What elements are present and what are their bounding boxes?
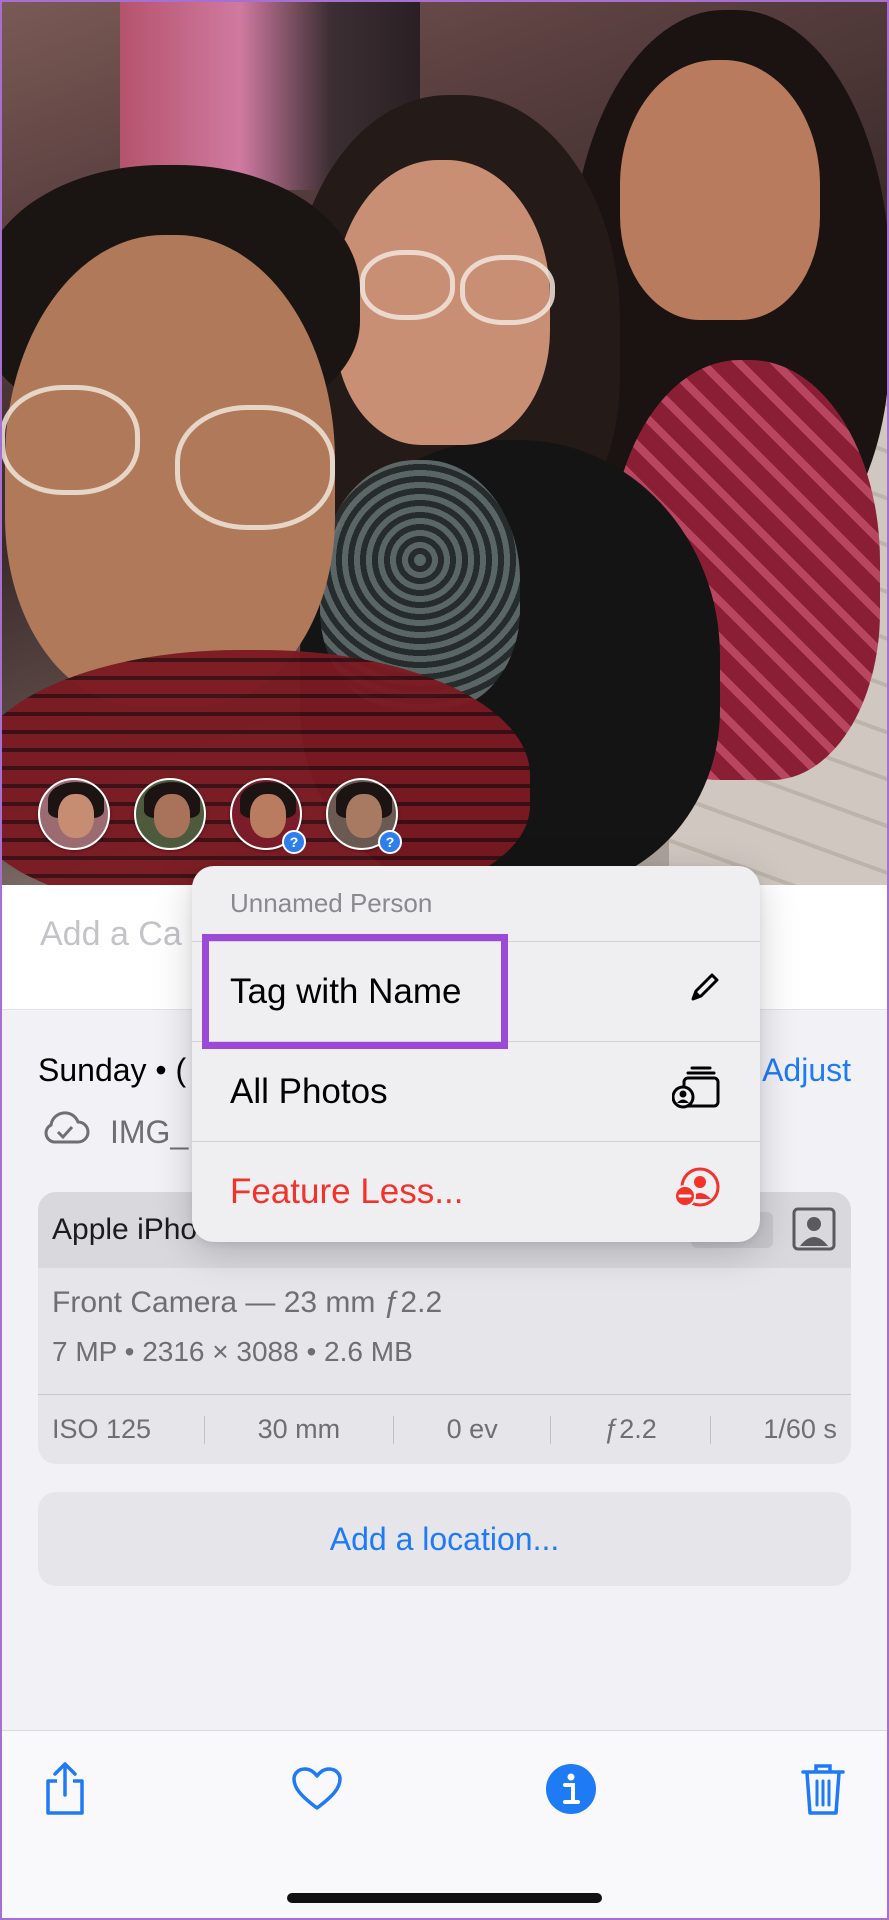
divider	[203, 1415, 205, 1444]
info-icon	[544, 1762, 598, 1821]
avatar-face	[346, 794, 382, 838]
all-photos-menu-item[interactable]: All Photos	[192, 1042, 760, 1142]
add-location-button[interactable]: Add a location...	[38, 1492, 851, 1586]
unknown-badge-icon: ?	[282, 830, 306, 854]
trash-icon	[800, 1761, 846, 1822]
person-face-2[interactable]	[134, 778, 206, 850]
home-indicator	[287, 1893, 602, 1903]
share-button[interactable]	[35, 1761, 95, 1821]
camera-body: Front Camera — 23 mm ƒ2.2 7 MP • 2316 × …	[38, 1268, 851, 1368]
filename-label: IMG_	[110, 1113, 189, 1150]
menu-item-label: All Photos	[230, 1071, 388, 1111]
icloud-icon	[40, 1110, 90, 1154]
filename-row: IMG_	[40, 1110, 188, 1154]
exposure-label: 0 ev	[446, 1414, 498, 1444]
person-minus-icon	[672, 1165, 722, 1220]
person-face-4[interactable]: ?	[326, 778, 402, 854]
tag-with-name-menu-item[interactable]: Tag with Name	[192, 942, 760, 1042]
avatar	[134, 778, 206, 850]
heart-icon	[291, 1766, 343, 1817]
portrait-icon	[791, 1206, 837, 1252]
divider	[550, 1415, 552, 1444]
person-face-3[interactable]: ?	[230, 778, 306, 854]
avatar-face	[250, 794, 286, 838]
menu-title: Unnamed Person	[192, 866, 760, 942]
glasses-right-lens	[175, 405, 335, 530]
unknown-badge-icon: ?	[378, 830, 402, 854]
avatar-face	[58, 794, 94, 838]
people-face-row: ? ?	[38, 778, 402, 854]
divider	[392, 1415, 394, 1444]
person-stack-icon	[671, 1064, 722, 1119]
person-context-menu: Unnamed Person Tag with Name All Photos …	[192, 866, 760, 1242]
pencil-icon	[688, 970, 722, 1013]
menu-item-label: Tag with Name	[230, 971, 462, 1011]
avatar	[38, 778, 110, 850]
caption-input[interactable]: Add a Ca	[40, 915, 182, 954]
favorite-button[interactable]	[287, 1761, 347, 1821]
photo-viewer[interactable]: ? ?	[0, 0, 889, 885]
bottom-toolbar	[0, 1730, 889, 1920]
iso-label: ISO 125	[52, 1414, 152, 1444]
camera-model-label: Apple iPho	[52, 1213, 198, 1246]
delete-button[interactable]	[793, 1761, 853, 1821]
adjust-button[interactable]: Adjust	[762, 1052, 851, 1089]
glasses-left-lens	[0, 385, 140, 495]
lens-label: Front Camera — 23 mm ƒ2.2	[52, 1286, 443, 1319]
person-right-face	[620, 60, 820, 320]
divider	[709, 1415, 711, 1444]
aperture-label: ƒ2.2	[604, 1414, 657, 1444]
focal-length-label: 30 mm	[257, 1414, 341, 1444]
info-button[interactable]	[541, 1761, 601, 1821]
feature-less-menu-item[interactable]: Feature Less...	[192, 1142, 760, 1242]
glasses-right-lens-middle	[460, 255, 555, 325]
image-specs-label: 7 MP • 2316 × 3088 • 2.6 MB	[52, 1336, 413, 1367]
menu-item-label: Feature Less...	[230, 1172, 464, 1211]
shutter-label: 1/60 s	[763, 1414, 837, 1444]
avatar-face	[154, 794, 190, 838]
glasses-left-lens-middle	[360, 250, 455, 320]
exif-stats-row: ISO 125 30 mm 0 ev ƒ2.2 1/60 s	[38, 1394, 851, 1464]
date-label: Sunday • (	[38, 1052, 187, 1088]
share-icon	[41, 1761, 89, 1822]
person-face-1[interactable]	[38, 778, 110, 850]
